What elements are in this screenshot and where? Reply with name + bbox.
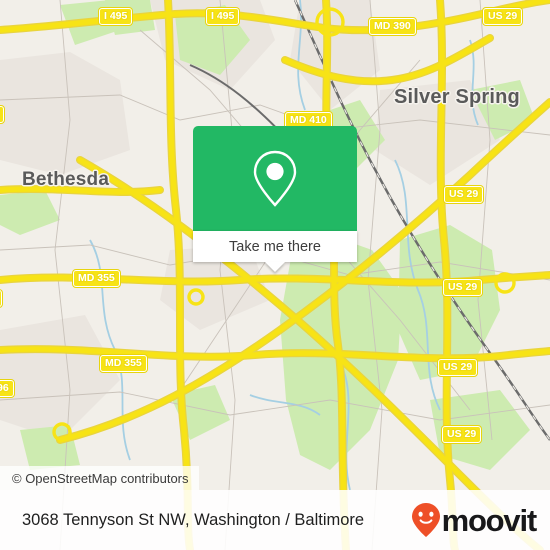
moovit-logo[interactable]: moovit [411, 502, 538, 538]
osm-attribution[interactable]: © OpenStreetMap contributors [0, 466, 199, 490]
take-me-there-button[interactable]: Take me there [193, 231, 357, 272]
shield-us-29-bottom[interactable]: US 29 [442, 426, 482, 443]
shield-md-390[interactable]: MD 390 [369, 18, 416, 35]
shield-edge-left-bottom[interactable]: 96 [0, 380, 14, 397]
shield-us-29-lower[interactable]: US 29 [438, 359, 478, 376]
location-popup-card[interactable]: Take me there [193, 126, 357, 272]
map-pin-icon [253, 150, 297, 207]
map-screenshot: Bethesda Silver Spring I 495 I 495 MD 39… [0, 0, 550, 550]
shield-i-495-west[interactable]: I 495 [99, 8, 133, 25]
footer-bar: 3068 Tennyson St NW, Washington / Baltim… [0, 490, 550, 550]
shield-edge-left-mid[interactable]: 0 [0, 290, 2, 307]
moovit-pin-smiley-icon [411, 503, 440, 537]
shield-edge-left-top[interactable]: 7 [0, 106, 4, 123]
shield-md-355-upper[interactable]: MD 355 [73, 270, 120, 287]
popup-pointer-arrow [265, 262, 285, 272]
popup-icon-panel [193, 126, 357, 231]
shield-us-29-upper[interactable]: US 29 [444, 186, 484, 203]
shield-us-29-top[interactable]: US 29 [483, 8, 523, 25]
place-label-silver-spring: Silver Spring [394, 86, 520, 108]
place-label-bethesda: Bethesda [22, 169, 110, 190]
osm-attribution-text: © OpenStreetMap contributors [12, 470, 189, 486]
shield-md-355-lower[interactable]: MD 355 [100, 355, 147, 372]
address-title: 3068 Tennyson St NW, Washington / Baltim… [22, 510, 365, 529]
moovit-wordmark: moovit [441, 502, 538, 538]
shield-i-495-east[interactable]: I 495 [206, 8, 240, 25]
shield-us-29-mid[interactable]: US 29 [443, 279, 483, 296]
take-me-there-label: Take me there [229, 238, 321, 255]
